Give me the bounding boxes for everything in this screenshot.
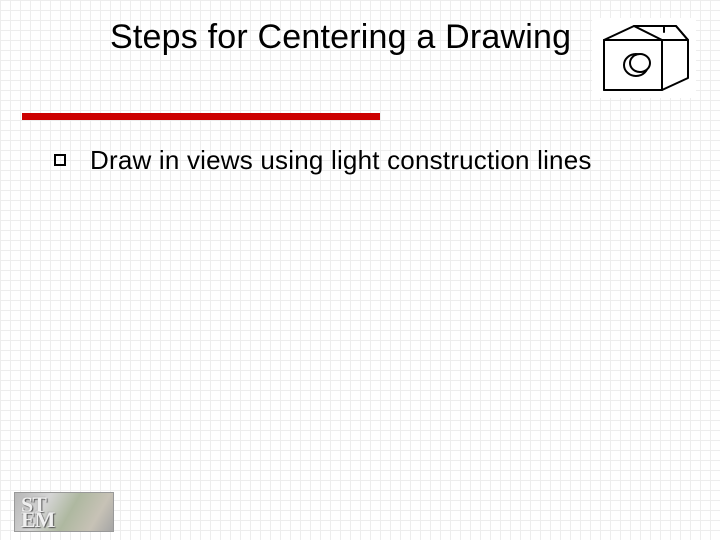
body-content: Draw in views using light construction l… xyxy=(54,145,674,177)
slide-title: Steps for Centering a Drawing xyxy=(110,18,580,57)
bullet-text: Draw in views using light construction l… xyxy=(90,145,592,177)
title-underline xyxy=(22,113,380,120)
bullet-item: Draw in views using light construction l… xyxy=(54,145,674,177)
stem-logo: ST EM xyxy=(14,492,114,532)
square-bullet-icon xyxy=(54,154,66,166)
logo-line-2: EM xyxy=(21,507,54,532)
stem-logo-text: ST EM xyxy=(21,497,54,528)
isometric-block-icon xyxy=(592,18,696,98)
title-container: Steps for Centering a Drawing xyxy=(110,18,580,57)
